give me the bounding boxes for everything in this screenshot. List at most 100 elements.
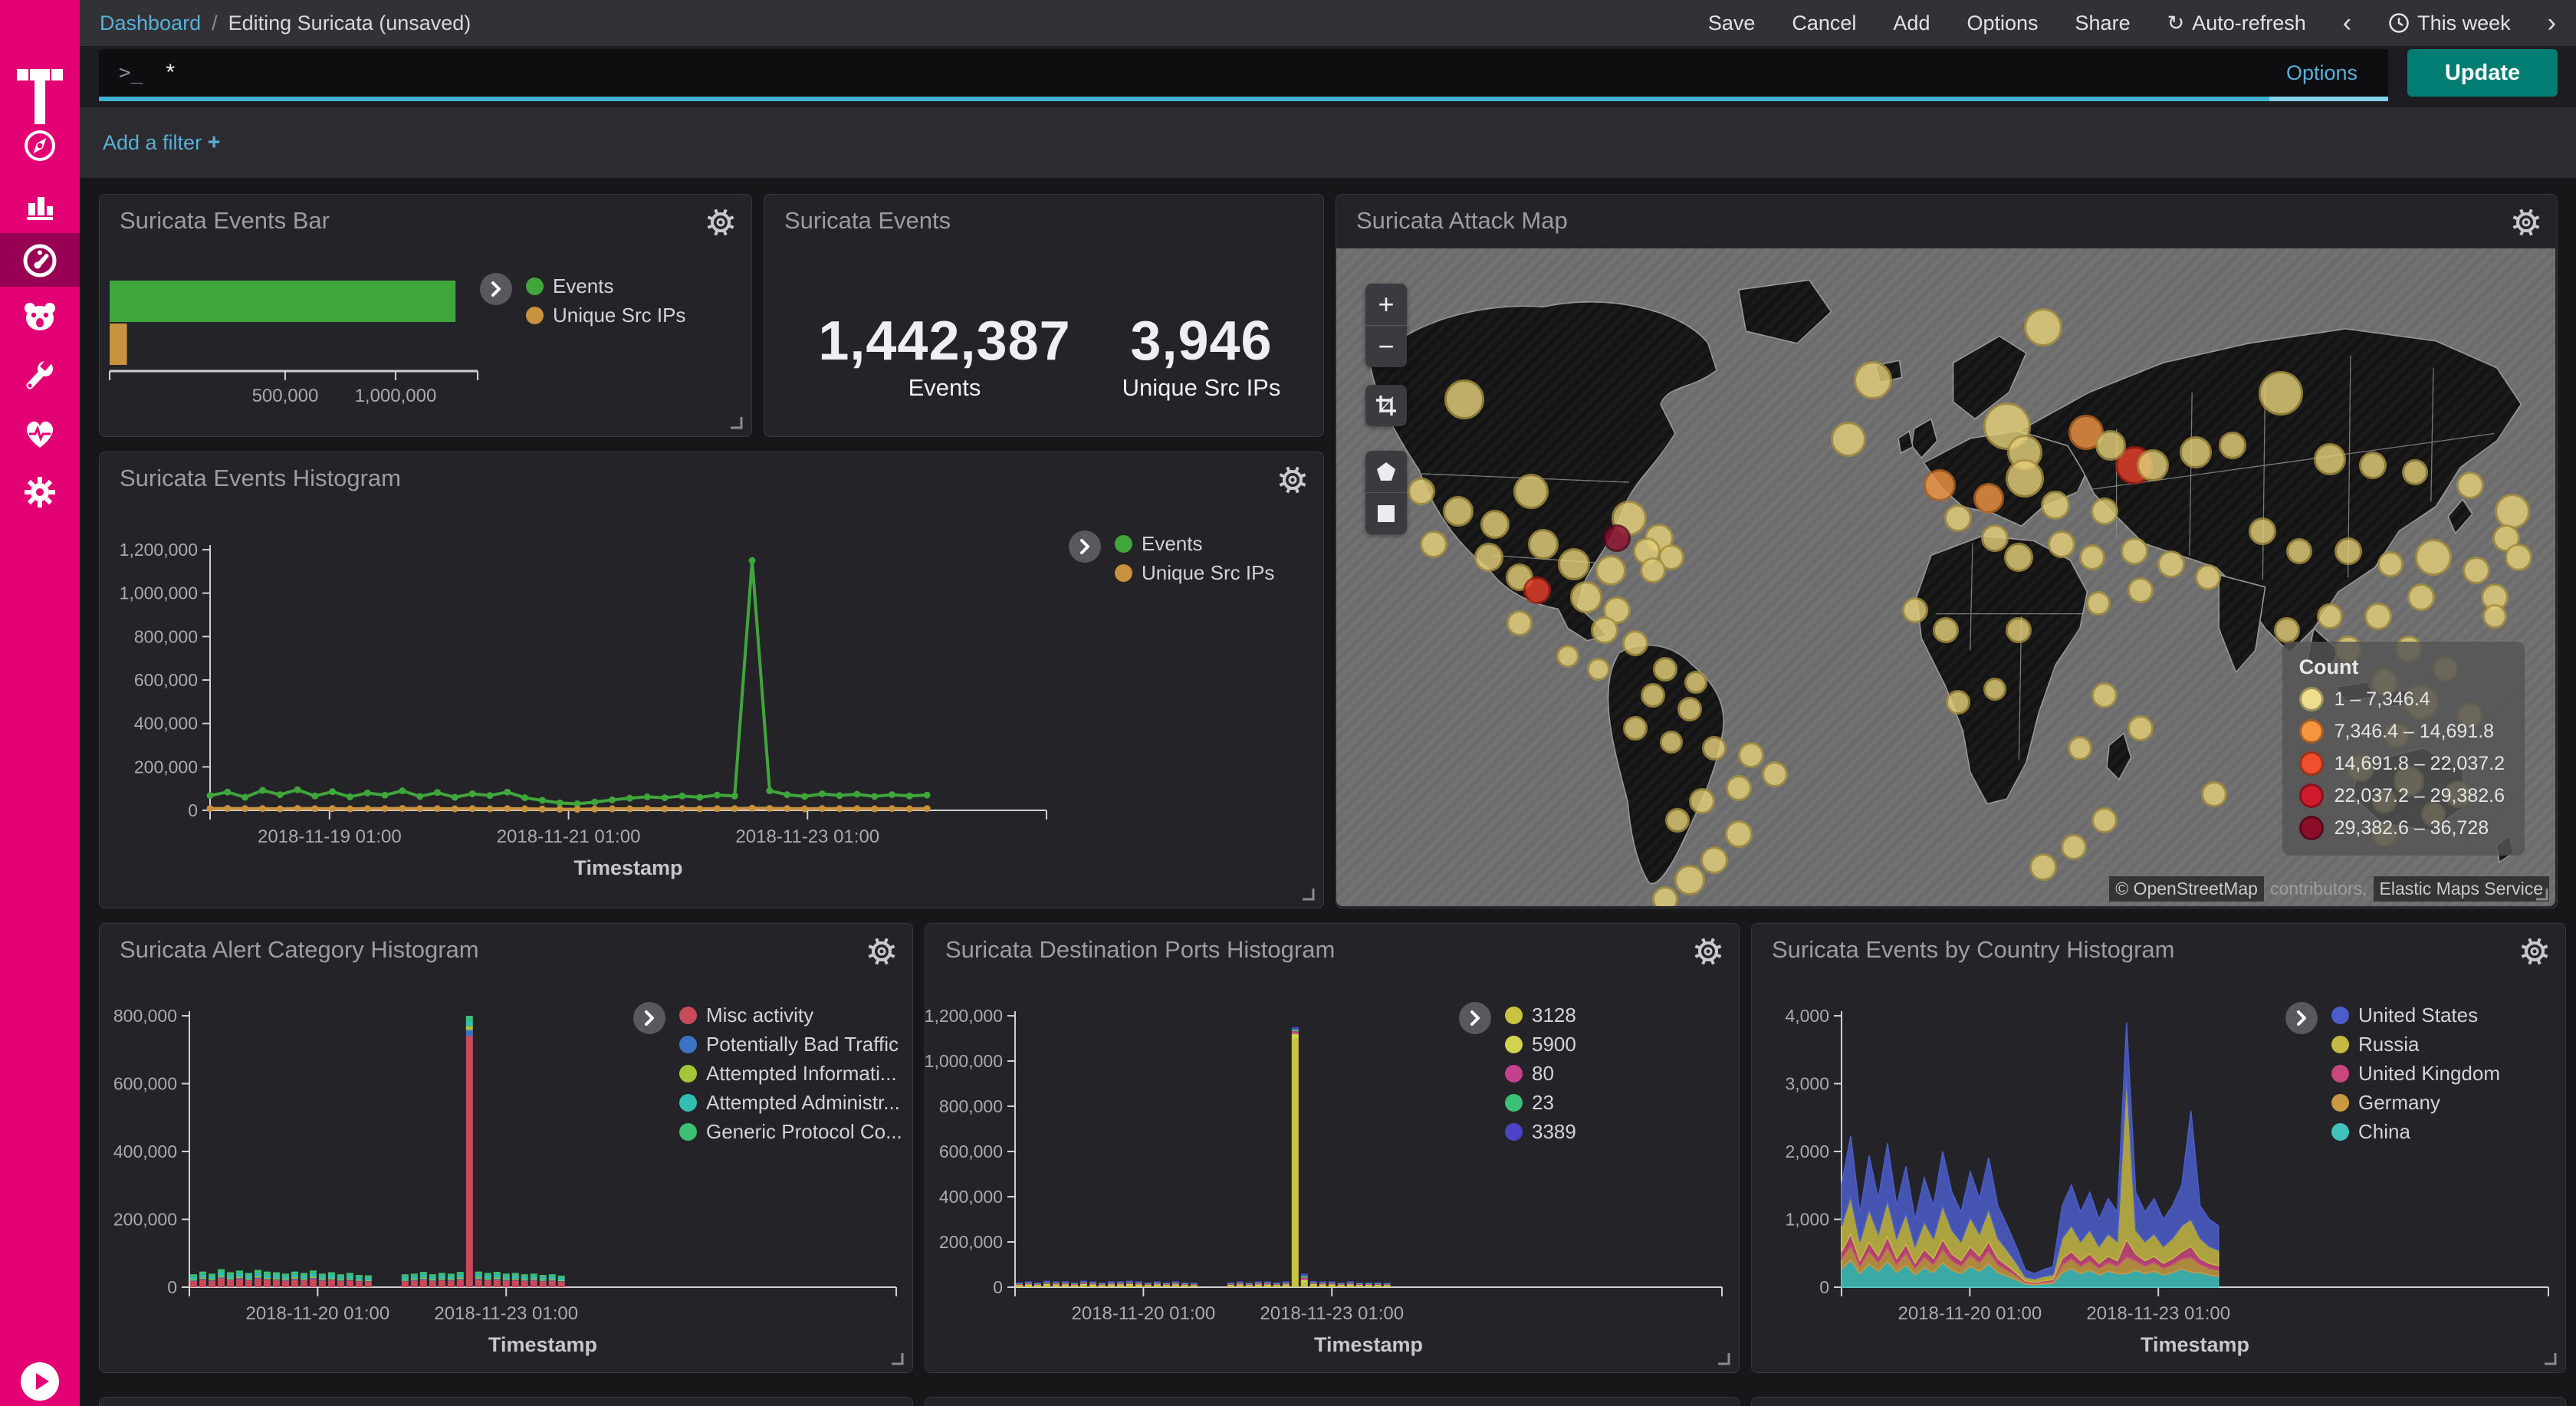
attack-dot[interactable]	[2006, 459, 2044, 498]
legend-item[interactable]: United Kingdom	[2331, 1062, 2500, 1086]
attack-dot[interactable]	[1444, 379, 1484, 419]
attack-dot[interactable]	[1726, 775, 1752, 801]
attack-dot[interactable]	[1420, 531, 1447, 558]
attack-dot[interactable]	[1665, 808, 1690, 833]
time-prev-button[interactable]: ‹	[2343, 8, 2351, 38]
attack-dot[interactable]	[1902, 597, 1928, 623]
attack-dot[interactable]	[1973, 483, 2004, 514]
attack-dot[interactable]	[2048, 531, 2075, 558]
sidebar-item-monitoring[interactable]	[0, 408, 80, 460]
attack-dot[interactable]	[1570, 581, 1602, 613]
attack-dot[interactable]	[2091, 807, 2118, 833]
attack-dot[interactable]	[2004, 543, 2033, 572]
attack-dot[interactable]	[1933, 617, 1959, 643]
query-options-link[interactable]: Options	[2286, 61, 2358, 85]
attack-dot[interactable]	[2157, 550, 2185, 578]
attack-dot[interactable]	[1408, 478, 1435, 505]
save-button[interactable]: Save	[1708, 11, 1756, 35]
attack-dot[interactable]	[1762, 761, 1788, 787]
attack-dot[interactable]	[2180, 436, 2212, 468]
attack-dot[interactable]	[1944, 504, 1972, 532]
attack-dot[interactable]	[1725, 820, 1753, 848]
legend-item[interactable]: Events	[1115, 532, 1203, 556]
attack-dot[interactable]	[2029, 853, 2057, 881]
attack-dot[interactable]	[1558, 548, 1590, 580]
sidebar-item-management[interactable]	[0, 466, 80, 518]
osm-attribution-link[interactable]: © OpenStreetMap	[2109, 876, 2264, 902]
attack-dot[interactable]	[2091, 682, 2118, 708]
legend-item[interactable]: Germany	[2331, 1091, 2440, 1115]
attack-dot[interactable]	[2024, 308, 2062, 347]
legend-item[interactable]: Generic Protocol Co...	[679, 1120, 902, 1144]
attack-dot[interactable]	[1674, 865, 1705, 895]
attack-dot[interactable]	[2463, 557, 2490, 584]
legend-item[interactable]: 80	[1505, 1062, 1554, 1086]
attack-dot[interactable]	[2249, 517, 2276, 545]
attack-dot[interactable]	[1595, 555, 1626, 586]
attack-dot[interactable]	[2317, 603, 2343, 629]
panel-resize-handle[interactable]	[2534, 886, 2549, 902]
legend-toggle-button[interactable]	[1459, 1002, 1491, 1034]
sidebar-item-visualize[interactable]	[0, 179, 80, 232]
legend-item[interactable]: Russia	[2331, 1033, 2419, 1056]
attack-dot[interactable]	[1677, 697, 1702, 721]
attack-dot[interactable]	[1443, 496, 1474, 527]
attack-dot[interactable]	[2456, 471, 2484, 499]
polygon-tool-button[interactable]	[1365, 451, 1407, 492]
legend-item[interactable]: Attempted Informati...	[679, 1062, 897, 1086]
attack-dot[interactable]	[1513, 474, 1549, 509]
attack-dot[interactable]	[2091, 498, 2118, 525]
zoom-out-button[interactable]: −	[1365, 326, 1407, 367]
attack-dot[interactable]	[2286, 538, 2312, 564]
legend-toggle-button[interactable]	[480, 273, 512, 305]
time-range-button[interactable]: This week	[2388, 11, 2511, 35]
attack-dot[interactable]	[1622, 630, 1648, 656]
chart-canvas[interactable]: 0200,000400,000600,000800,0002018-11-20 …	[100, 924, 912, 1372]
attack-dot[interactable]	[1981, 524, 2009, 552]
attack-dot[interactable]	[1854, 361, 1892, 399]
attack-dot[interactable]	[2086, 591, 2111, 616]
legend-toggle-button[interactable]	[633, 1002, 665, 1034]
attack-dot[interactable]	[1623, 716, 1648, 741]
legend-item[interactable]: 5900	[1505, 1033, 1576, 1056]
attack-dot[interactable]	[2061, 834, 2087, 860]
attack-dot[interactable]	[2137, 449, 2169, 481]
attack-dot[interactable]	[2334, 537, 2362, 565]
attack-dot[interactable]	[1474, 543, 1503, 572]
legend-item[interactable]: Misc activity	[679, 1004, 813, 1027]
sidebar-collapse-button[interactable]	[0, 1355, 80, 1406]
attack-dot[interactable]	[2006, 617, 2032, 643]
share-button[interactable]: Share	[2075, 11, 2131, 35]
sidebar-item-suricata[interactable]	[0, 291, 80, 343]
attack-dot[interactable]	[1689, 788, 1715, 814]
legend-item[interactable]: 23	[1505, 1091, 1554, 1115]
attack-dot[interactable]	[2128, 715, 2154, 741]
attack-dot[interactable]	[1603, 524, 1631, 552]
attack-dot[interactable]	[1983, 678, 2006, 701]
attack-dot[interactable]	[2359, 452, 2387, 479]
time-next-button[interactable]: ›	[2548, 8, 2556, 38]
legend-toggle-button[interactable]	[1069, 531, 1101, 563]
ems-attribution-link[interactable]: Elastic Maps Service	[2374, 876, 2549, 902]
attack-dot[interactable]	[2095, 430, 2126, 461]
cancel-button[interactable]: Cancel	[1792, 11, 1856, 35]
attack-dot[interactable]	[1660, 731, 1683, 754]
attack-dot[interactable]	[2314, 443, 2346, 475]
attack-dot[interactable]	[1700, 846, 1728, 874]
attack-dot[interactable]	[1528, 529, 1559, 560]
breadcrumb-dashboard-link[interactable]: Dashboard	[100, 11, 201, 35]
attack-dot[interactable]	[1831, 422, 1866, 457]
chart-canvas[interactable]: 0200,000400,000600,000800,0001,000,0001,…	[925, 924, 1739, 1372]
update-button[interactable]: Update	[2407, 49, 2558, 97]
attack-dot[interactable]	[2407, 583, 2435, 611]
attack-dot[interactable]	[2041, 491, 2070, 520]
attack-dot[interactable]	[2121, 537, 2148, 565]
attack-dot[interactable]	[2377, 551, 2404, 577]
legend-item[interactable]: Attempted Administr...	[679, 1091, 900, 1115]
search-input[interactable]: >_ * Options	[99, 49, 2388, 97]
attack-dot[interactable]	[2505, 544, 2532, 571]
attack-dot[interactable]	[1653, 657, 1677, 682]
attack-dot[interactable]	[2079, 544, 2105, 570]
attack-dot[interactable]	[1738, 742, 1764, 768]
options-button[interactable]: Options	[1967, 11, 2038, 35]
